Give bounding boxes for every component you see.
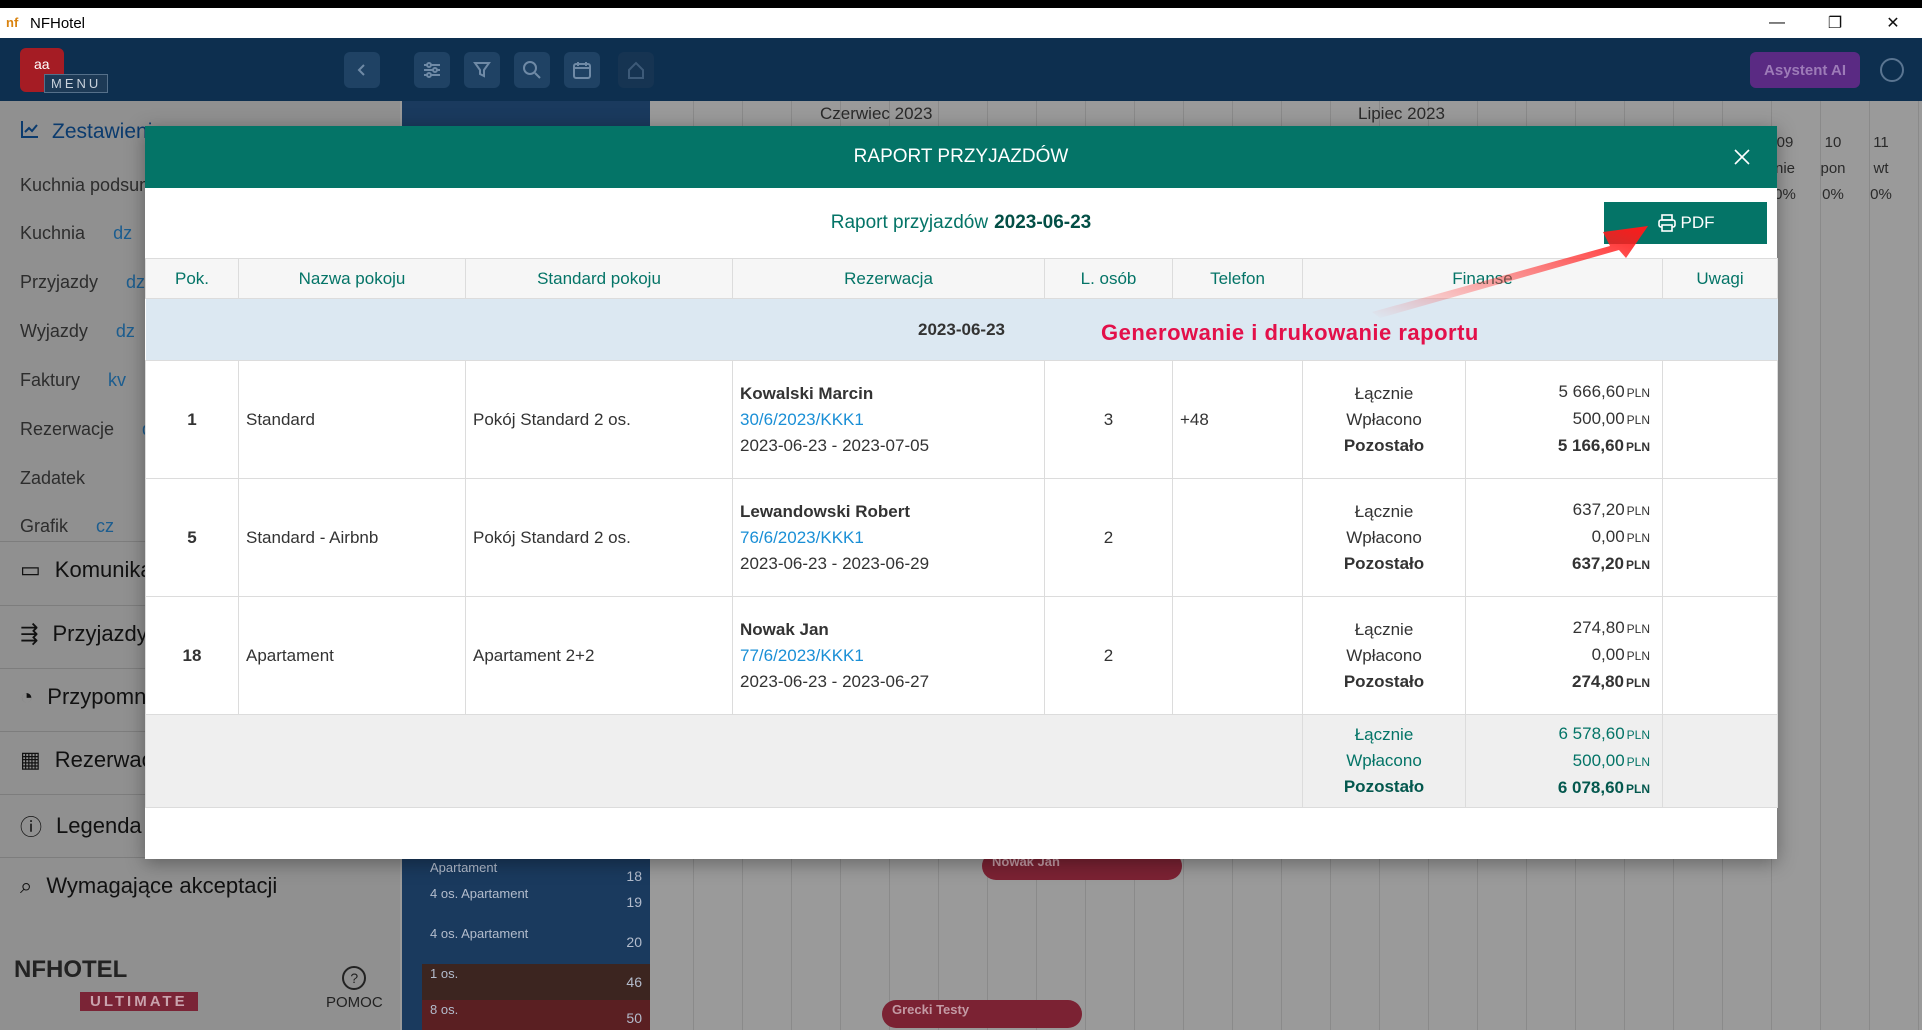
annotation-text: Generowanie i drukowanie raportu: [1101, 320, 1479, 345]
annotation-arrow: [1372, 226, 1648, 318]
